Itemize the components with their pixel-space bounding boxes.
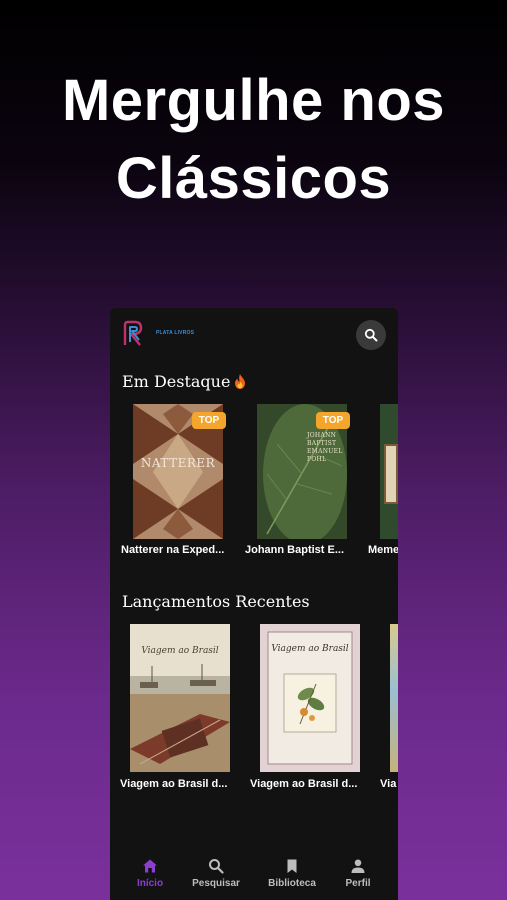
book-cover xyxy=(390,624,398,772)
nav-label: Biblioteca xyxy=(268,878,316,889)
cover-title: JOHANN BAPTIST EMANUEL POHL xyxy=(307,432,343,463)
logo-mark-icon xyxy=(123,320,143,346)
featured-section-title: Em Destaque xyxy=(122,372,246,391)
book-cover xyxy=(380,404,398,539)
book-title: Viagem ao Brasil d... xyxy=(250,778,358,790)
recent-book-card-2[interactable]: Viagem ao Brasil Viagem ao Brasil d... xyxy=(250,624,370,794)
nav-tab-inicio[interactable]: Início xyxy=(114,850,186,900)
bottom-navigation: Início Pesquisar Biblioteca Perfil xyxy=(110,850,398,900)
recent-book-card-1[interactable]: Viagem ao Brasil Viagem ao Brasil d... xyxy=(120,624,240,794)
cover-title: NATTERER xyxy=(140,456,216,470)
nav-label: Início xyxy=(136,878,164,889)
cover-title: Viagem ao Brasil xyxy=(271,644,349,654)
nav-label: Pesquisar xyxy=(192,878,240,889)
nav-tab-biblioteca[interactable]: Biblioteca xyxy=(256,850,328,900)
nav-tab-pesquisar[interactable]: Pesquisar xyxy=(180,850,252,900)
logo-text: PLATA LIVROS xyxy=(156,330,195,336)
app-screen: PLATA LIVROS Em Destaque NATTERER TOP Na… xyxy=(110,308,398,900)
search-button[interactable] xyxy=(356,320,386,350)
nav-label: Perfil xyxy=(345,878,371,889)
recent-book-card-3[interactable]: Via xyxy=(380,624,398,794)
book-cover: Viagem ao Brasil xyxy=(260,624,360,772)
fire-icon xyxy=(235,374,246,389)
featured-book-card-2[interactable]: JOHANN BAPTIST EMANUEL POHL TOP Johann B… xyxy=(245,404,361,564)
book-cover: Viagem ao Brasil xyxy=(130,624,230,772)
top-bar: PLATA LIVROS xyxy=(110,308,398,360)
book-title: Natterer na Exped... xyxy=(121,544,225,556)
bookmark-icon xyxy=(287,859,297,873)
featured-book-card-1[interactable]: NATTERER TOP Natterer na Exped... xyxy=(121,404,237,564)
book-title: Via xyxy=(380,778,397,790)
top-badge: TOP xyxy=(192,412,226,429)
featured-title-text: Em Destaque xyxy=(122,372,231,391)
search-icon xyxy=(364,328,378,342)
home-icon xyxy=(143,859,157,873)
featured-book-card-3[interactable]: Meme xyxy=(368,404,398,564)
app-logo[interactable]: PLATA LIVROS xyxy=(122,320,195,348)
top-badge: TOP xyxy=(316,412,350,429)
book-title: Viagem ao Brasil d... xyxy=(120,778,228,790)
headline-line-1: Mergulhe nos xyxy=(61,68,446,133)
cover-title: Viagem ao Brasil xyxy=(141,646,219,656)
person-icon xyxy=(351,859,365,873)
headline-line-2: Clássicos xyxy=(115,146,392,211)
search-icon xyxy=(209,859,224,874)
nav-tab-perfil[interactable]: Perfil xyxy=(322,850,394,900)
recent-section-title: Lançamentos Recentes xyxy=(122,592,310,611)
promo-headline: Mergulhe nos Clássicos xyxy=(0,62,507,218)
book-title: Meme xyxy=(368,544,398,556)
book-title: Johann Baptist E... xyxy=(245,544,345,556)
